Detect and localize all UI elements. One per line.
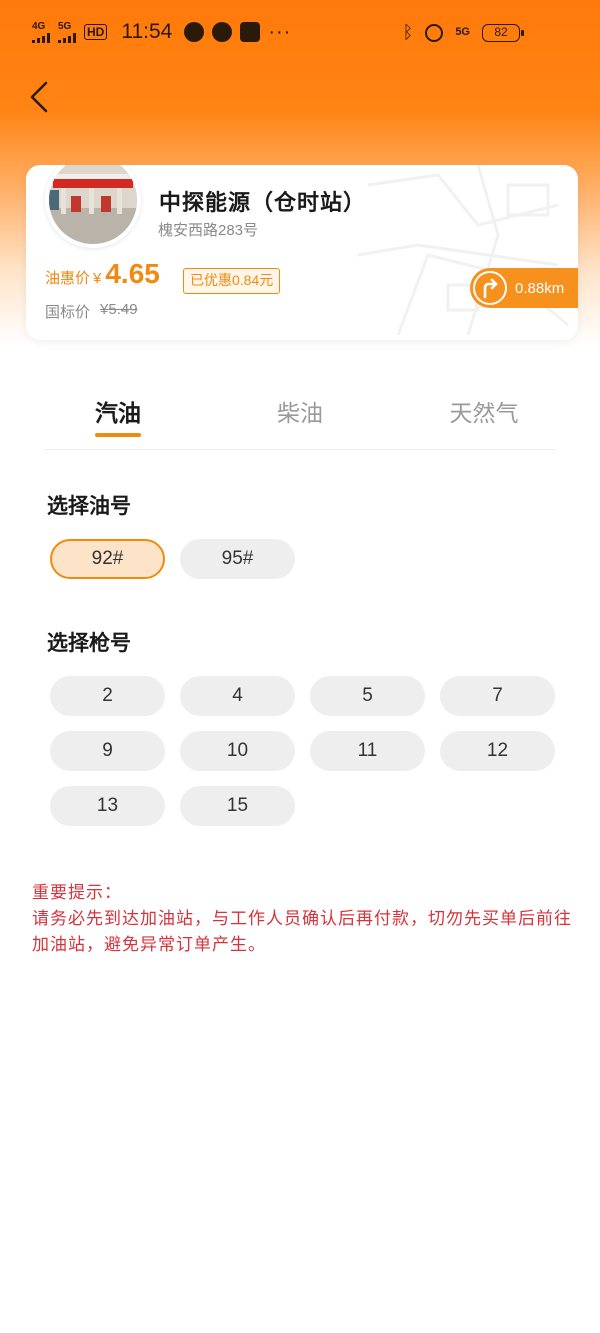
oil-grade-title: 选择油号 (47, 495, 131, 518)
station-name: 中探能源（仓时站） (159, 190, 367, 215)
network-type-label: 5G (58, 20, 72, 32)
back-button[interactable] (22, 80, 56, 114)
app-icon (240, 22, 261, 42)
gun-number-option[interactable]: 13 (50, 786, 165, 826)
gun-number-title: 选择枪号 (47, 632, 131, 655)
gun-number-option[interactable]: 4 (180, 676, 295, 716)
active-tab-indicator (95, 433, 141, 437)
signal-icon: 4G (32, 20, 50, 43)
gun-number-option[interactable]: 5 (310, 676, 425, 716)
oil-grade-option[interactable]: 95# (180, 539, 295, 579)
reference-price-label: 国标价 (45, 304, 91, 321)
station-address: 槐安西路283号 (158, 222, 259, 239)
navigate-button[interactable]: 0.88km (470, 268, 578, 308)
hd-voice-badge: HD (84, 24, 108, 40)
chevron-left-icon (30, 81, 48, 113)
currency-symbol: ¥ (93, 270, 102, 287)
gun-number-option[interactable]: 12 (440, 731, 555, 771)
battery-level: 82 (494, 25, 508, 39)
gun-number-option[interactable]: 2 (50, 676, 165, 716)
price-row: 油惠价 ¥ 4.65 (45, 258, 160, 290)
tab-natural-gas[interactable]: 天然气 (414, 394, 554, 428)
reference-price: ¥5.49 (100, 301, 138, 318)
station-card: 中探能源（仓时站） 槐安西路283号 油惠价 ¥ 4.65 已优惠0.84元 国… (26, 165, 578, 340)
directions-icon (473, 271, 507, 305)
discounted-price: 4.65 (105, 258, 160, 289)
tab-gasoline[interactable]: 汽油 (48, 394, 188, 428)
notice-title: 重要提示： (32, 883, 122, 902)
wechat-icon (212, 22, 233, 42)
alarm-icon (425, 23, 444, 42)
compass-icon (184, 22, 205, 42)
status-time: 11:54 (121, 20, 173, 43)
network-type-label: 4G (32, 20, 46, 32)
gun-number-option[interactable]: 15 (180, 786, 295, 826)
fuel-type-tabs: 汽油 柴油 天然气 (44, 380, 556, 450)
bluetooth-icon: ᛒ (402, 22, 414, 42)
gun-number-option[interactable]: 11 (310, 731, 425, 771)
more-notifications-icon: ··· (268, 20, 292, 43)
gun-number-option[interactable]: 10 (180, 731, 295, 771)
map-pattern (358, 165, 569, 336)
gun-number-option[interactable]: 7 (440, 676, 555, 716)
battery-icon: 82 (482, 24, 524, 42)
discount-badge: 已优惠0.84元 (183, 268, 281, 294)
price-label: 油惠价 (45, 270, 91, 287)
important-notice: 重要提示： 请务必先到达加油站，与工作人员确认后再付款，切勿先买单后前往加油站，… (32, 880, 572, 958)
reference-price-row: 国标价 ¥5.49 (45, 301, 138, 322)
gun-number-option[interactable]: 9 (50, 731, 165, 771)
oil-grade-option[interactable]: 92# (50, 539, 165, 579)
status-bar: 4G 5G HD 11:54 ··· ᛒ 5G 82 (0, 0, 600, 68)
5g-signal-icon: 5G (455, 26, 470, 38)
distance-value: 0.88km (515, 279, 565, 297)
tab-diesel[interactable]: 柴油 (230, 394, 370, 428)
signal-icon: 5G (58, 20, 76, 43)
station-photo (45, 165, 141, 248)
notice-body: 请务必先到达加油站，与工作人员确认后再付款，切勿先买单后前往加油站，避免异常订单… (32, 909, 572, 954)
